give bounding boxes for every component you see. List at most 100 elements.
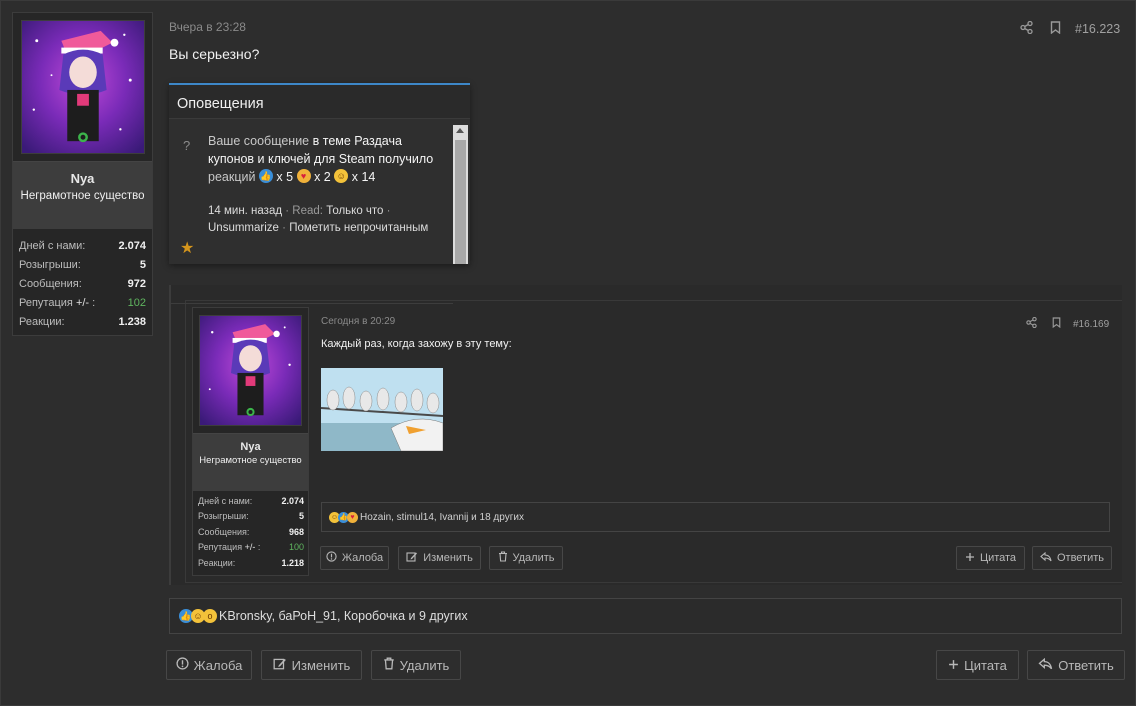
share-icon[interactable]: [1026, 316, 1037, 331]
post-actions: #16.169: [1026, 316, 1109, 331]
edit-label: Изменить: [291, 657, 351, 673]
stat-row: Сообщения: 968: [198, 524, 304, 540]
meta-sep: ·: [386, 205, 391, 217]
report-button[interactable]: Жалоба: [166, 650, 252, 680]
stat-row: Репутация +/- : 100: [198, 540, 304, 556]
meta-sep: ·: [282, 222, 286, 234]
user-title: Неграмотное существо: [199, 455, 302, 466]
user-title: Неграмотное существо: [20, 190, 145, 202]
avatar[interactable]: [199, 315, 302, 426]
stat-row: Дней с нами: 2.074: [198, 493, 304, 509]
stat-value: 2.074: [118, 240, 146, 253]
reaction-icons: 👍 ☺ o: [179, 609, 217, 623]
star-icon[interactable]: ★: [180, 238, 194, 258]
edit-label: Изменить: [423, 552, 473, 564]
stat-label: Реакции:: [19, 315, 65, 328]
heart-eyes-icon: ♥: [347, 511, 358, 523]
stat-row: Дней с нами: 2.074: [19, 237, 146, 256]
notification-text[interactable]: Ваше сообщение в теме Раздача купонов и …: [208, 132, 443, 186]
user-namebox: Nya Неграмотное существо: [13, 161, 152, 229]
notification-meta: 14 мин. назад · Read: Только что · Unsum…: [208, 203, 443, 237]
report-label: Жалоба: [193, 657, 243, 673]
quote-label: Цитата: [979, 552, 1017, 564]
username[interactable]: Nya: [13, 171, 152, 186]
notification-text-1: Ваше сообщение: [208, 134, 310, 148]
stat-label: Дней с нами:: [19, 240, 86, 253]
stat-row: Розыгрыши: 5: [19, 256, 146, 275]
stat-value: 1.218: [281, 557, 304, 568]
delete-button[interactable]: Удалить: [489, 546, 563, 570]
stat-value: 5: [298, 511, 304, 522]
post-outer: Nya Неграмотное существо Дней с нами: 2.0…: [0, 0, 1136, 706]
edit-button[interactable]: Изменить: [398, 546, 481, 570]
notification-item[interactable]: ? ★ Ваше сообщение в теме Раздача купоно…: [169, 125, 453, 304]
heart-eyes-icon: ♥: [296, 169, 311, 183]
bookmark-icon[interactable]: [1050, 21, 1061, 37]
reply-label: Ответить: [1056, 552, 1105, 564]
stat-value: 1.238: [118, 315, 146, 328]
user-stats: Дней с нами: 2.074 Розыгрыши: 5 Сообщения:…: [198, 493, 304, 571]
edit-button[interactable]: Изменить: [261, 650, 362, 680]
stat-row: Реакции: 1.218: [198, 555, 304, 571]
username[interactable]: Nya: [193, 441, 308, 453]
user-card: Nya Неграмотное существо Дней с нами: 2.0…: [192, 307, 309, 576]
report-label: Жалоба: [341, 552, 384, 564]
post-number[interactable]: #16.223: [1075, 22, 1120, 36]
stat-row: Репутация +/- : 102: [19, 293, 146, 312]
delete-label: Удалить: [399, 657, 450, 673]
unknown-icon: ?: [183, 138, 191, 153]
attached-image[interactable]: [321, 368, 443, 451]
stat-label: Розыгрыши:: [19, 259, 81, 272]
edit-icon: [273, 657, 287, 673]
user-card: Nya Неграмотное существо Дней с нами: 2.0…: [12, 12, 153, 336]
quote-button[interactable]: Цитата: [936, 650, 1019, 680]
report-button[interactable]: Жалоба: [320, 546, 389, 570]
scroll-up-icon[interactable]: [456, 128, 464, 133]
stat-colon: :: [255, 542, 261, 553]
laugh-icon: ☺: [334, 169, 349, 183]
reaction-icons: ☺ 👍 ♥: [329, 511, 358, 523]
report-icon: [176, 657, 189, 673]
reactions-bar[interactable]: ☺ 👍 ♥ Hozain, stimul14, Ivannij и 18 дру…: [321, 502, 1110, 532]
notification-text-3: получило: [378, 152, 434, 166]
post-time[interactable]: Вчера в 23:28: [169, 20, 246, 34]
quote-label: Цитата: [964, 657, 1007, 673]
reply-button[interactable]: Ответить: [1032, 546, 1112, 570]
reply-label: Ответить: [1058, 657, 1114, 673]
post-time[interactable]: Сегодня в 20:29: [321, 316, 395, 327]
unsummarize-link[interactable]: Unsummarize: [208, 222, 279, 234]
stat-label: Дней с нами:: [198, 495, 253, 506]
stat-row: Сообщения: 972: [19, 275, 146, 294]
notification-text-4: реакций: [208, 170, 256, 184]
stat-plus: +/-: [244, 542, 256, 553]
stat-label-text: Репутация: [198, 542, 243, 553]
stat-plus: +/-: [75, 296, 90, 309]
post-number[interactable]: #16.169: [1073, 319, 1109, 330]
bookmark-icon[interactable]: [1052, 317, 1061, 331]
quote-button[interactable]: Цитата: [956, 546, 1025, 570]
notification-time: 14 мин. назад: [208, 205, 283, 217]
stat-value: 972: [127, 277, 146, 290]
stat-value: 100: [288, 542, 304, 553]
scrollbar[interactable]: [453, 125, 468, 264]
delete-button[interactable]: Удалить: [371, 650, 461, 680]
stat-value: 2.074: [281, 495, 304, 506]
reactions-text[interactable]: Hozain, stimul14, Ivannij и 18 других: [360, 512, 524, 523]
stat-label: Сообщения:: [198, 526, 250, 537]
scrollbar-thumb[interactable]: [455, 140, 466, 264]
stat-row: Розыгрыши: 5: [198, 509, 304, 525]
notifications-header: Оповещения: [169, 85, 470, 119]
plus-icon: [948, 658, 959, 673]
read-value: Только что: [326, 205, 384, 217]
avatar[interactable]: [21, 20, 145, 154]
mark-unread-link[interactable]: Пометить непрочитанным: [289, 222, 428, 234]
user-namebox: Nya Неграмотное существо: [193, 433, 308, 491]
edit-icon: [406, 551, 418, 565]
report-icon: [326, 551, 337, 565]
reactions-text[interactable]: KBronsky, баРоН_91, Коробочка и 9 других: [219, 609, 468, 623]
like-icon: 👍: [258, 169, 273, 183]
reply-icon: [1038, 657, 1053, 673]
share-icon[interactable]: [1020, 20, 1033, 37]
reactions-bar[interactable]: 👍 ☺ o KBronsky, баРоН_91, Коробочка и 9 …: [169, 598, 1122, 634]
reply-button[interactable]: Ответить: [1027, 650, 1125, 680]
